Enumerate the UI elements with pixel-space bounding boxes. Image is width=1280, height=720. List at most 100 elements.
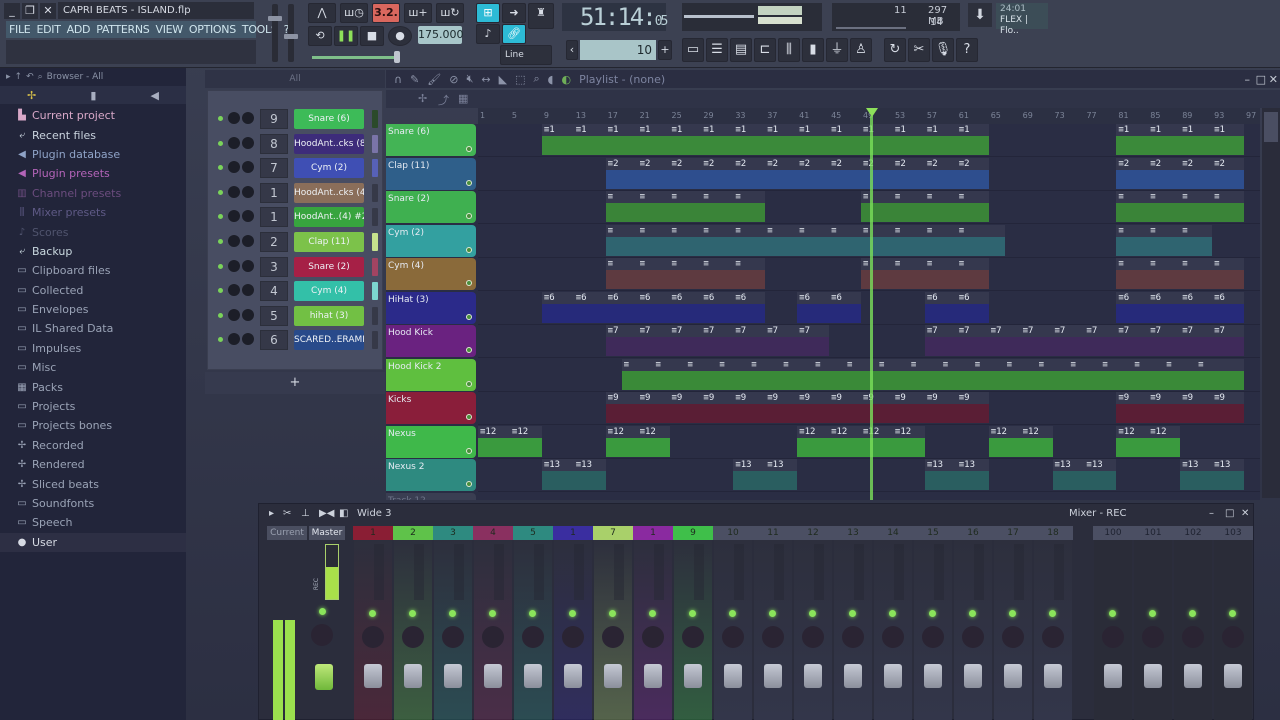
pause-button[interactable]: ❚❚ — [334, 26, 358, 46]
channel-mixer-track[interactable]: 1 — [260, 182, 288, 203]
select-tool-icon[interactable]: ⬚ — [515, 73, 525, 86]
browser-item-sliced-beats[interactable]: ✢ Sliced beats — [0, 474, 186, 493]
mixer-pan-knob[interactable] — [682, 626, 704, 648]
channel-select-indicator[interactable] — [372, 110, 378, 128]
pattern-clip[interactable]: ≡13 ≡13 — [1180, 459, 1245, 490]
mixer-volume-fader[interactable] — [404, 664, 422, 688]
browser-item-collected[interactable]: ▭ Collected — [0, 281, 186, 300]
mixer-pan-knob[interactable] — [1002, 626, 1024, 648]
channel-mixer-track[interactable]: 2 — [260, 232, 288, 252]
mixer-enable-led[interactable] — [729, 610, 736, 617]
track-active-indicator[interactable] — [466, 380, 472, 387]
pattern-clip[interactable]: ≡2 ≡2 ≡2 ≡2 — [1116, 157, 1245, 189]
channel-select-indicator[interactable] — [372, 331, 378, 350]
channel-select-indicator[interactable] — [372, 257, 378, 276]
mixer-pan-knob[interactable] — [642, 626, 664, 648]
magnet-icon[interactable]: ∩ — [394, 73, 402, 86]
channel-volume-knob[interactable] — [228, 161, 240, 174]
mixer-track-label[interactable]: 100 — [1093, 526, 1133, 540]
mixer-track-label[interactable]: 1 — [633, 526, 673, 540]
browser-item-user[interactable]: ● User — [0, 532, 186, 552]
channel-mute-led[interactable] — [218, 312, 223, 318]
mixer-track-label[interactable]: 18 — [1033, 526, 1073, 540]
back-icon[interactable]: ↶ — [26, 72, 34, 82]
track-lane[interactable]: ≡ ≡ ≡ ≡ ≡ ≡ ≡ ≡ ≡ ≡ ≡ ≡ ≡ — [478, 258, 1260, 291]
pattern-clip[interactable]: ≡7 ≡7 ≡7 ≡7 ≡7 ≡7 ≡7 ≡7 ≡7 ≡7 — [924, 325, 1245, 356]
metronome-button[interactable]: ⋀ — [308, 3, 336, 23]
browser-item-current-project[interactable]: ▙ Current project — [0, 106, 186, 125]
channel-mute-led[interactable] — [218, 214, 223, 220]
mixer-track-label[interactable]: 102 — [1173, 526, 1213, 540]
mixer-link-icon[interactable]: ▶◀ — [319, 504, 334, 524]
mixer-track-label[interactable]: 1 — [353, 526, 393, 540]
mixer-enable-led[interactable] — [1229, 610, 1236, 617]
channel-select-indicator[interactable] — [372, 306, 378, 325]
pattern-clip[interactable]: ≡2 ≡2 ≡2 ≡2 ≡2 ≡2 ≡2 ≡2 ≡2 ≡2 ≡2 ≡2 — [605, 157, 989, 189]
main-volume-slider[interactable] — [312, 51, 400, 63]
channel-pan-knob[interactable] — [242, 235, 254, 247]
browser-item-clipboard-files[interactable]: ▭ Clipboard files — [0, 261, 186, 280]
mixer-icon[interactable]: ⫼ — [778, 38, 800, 62]
channel-volume-knob[interactable] — [228, 210, 240, 223]
pattern-clip[interactable]: ≡ ≡ ≡ ≡ — [1116, 191, 1245, 222]
channel-select-indicator[interactable] — [372, 233, 378, 251]
track-header[interactable]: Hood Kick — [386, 325, 476, 357]
wait-for-input-button[interactable]: ш◷ — [340, 3, 368, 23]
playhead-marker[interactable] — [866, 108, 878, 117]
pattern-clip[interactable]: ≡12 ≡12 — [478, 425, 542, 457]
mixer-pan-knob[interactable] — [1042, 626, 1064, 648]
track-lane[interactable]: ≡ ≡ ≡ ≡ ≡ ≡ ≡ ≡ ≡ ≡ ≡ ≡ ≡ — [478, 191, 1260, 224]
browser-item-soundfonts[interactable]: ▭ Soundfonts — [0, 494, 186, 513]
track-active-indicator[interactable] — [466, 280, 472, 286]
plugin-picker-icon[interactable]: ▮ — [802, 38, 824, 62]
mixer-volume-fader[interactable] — [604, 664, 622, 688]
mixer-volume-fader[interactable] — [484, 664, 502, 688]
mixer-layout-preset[interactable]: Wide 3 — [357, 504, 392, 524]
mixer-track-label[interactable]: 9 — [673, 526, 713, 540]
multilink-controllers-icon[interactable]: ♜ — [528, 3, 554, 29]
mixer-enable-led[interactable] — [769, 610, 776, 617]
mixer-track-label[interactable]: 17 — [993, 526, 1033, 540]
step-edit-button[interactable]: ш+ — [404, 3, 432, 23]
mixer-enable-led[interactable] — [849, 610, 856, 617]
mixer-minimize-icon[interactable]: – — [1209, 504, 1214, 524]
mixer-volume-fader[interactable] — [764, 664, 782, 688]
mixer-enable-led[interactable] — [649, 610, 656, 617]
draw-tool-icon[interactable]: ✎ — [410, 73, 419, 86]
playlist-maximize-icon[interactable]: □ — [1256, 73, 1266, 86]
channel-rack-icon[interactable]: ☰ — [706, 38, 728, 62]
pattern-clip[interactable]: ≡6 ≡6 — [797, 291, 861, 323]
mixer-track-label[interactable]: 5 — [513, 526, 553, 540]
automation-icon[interactable]: ⤴ — [438, 92, 449, 108]
help-icon[interactable]: ? — [956, 38, 978, 62]
channel-mixer-track[interactable]: 5 — [260, 305, 288, 326]
menu-options[interactable]: OPTIONS — [186, 23, 239, 36]
pattern-clip[interactable]: ≡12 ≡12 — [1116, 425, 1181, 457]
channel-pan-knob[interactable] — [242, 333, 254, 346]
pattern-clip[interactable]: ≡6 ≡6 ≡6 ≡6 ≡6 ≡6 ≡6 — [541, 291, 766, 323]
master-pitch-slider[interactable] — [284, 4, 298, 62]
mixer-track-label[interactable]: 7 — [593, 526, 633, 540]
pattern-clip[interactable]: ≡ ≡ ≡ ≡ — [861, 258, 989, 289]
delete-tool-icon[interactable]: ⊘ — [449, 73, 458, 86]
mixer-pan-knob[interactable] — [402, 626, 424, 648]
channel-mixer-track[interactable]: 8 — [260, 133, 288, 154]
mixer-track-label[interactable]: 13 — [833, 526, 873, 540]
browser-item-rendered[interactable]: ✢ Rendered — [0, 455, 186, 474]
channel-pan-knob[interactable] — [242, 259, 254, 272]
browser-item-mixer-presets[interactable]: ⫼ Mixer presets — [0, 203, 186, 222]
track-lane[interactable]: ≡7 ≡7 ≡7 ≡7 ≡7 ≡7 ≡7 ≡7 ≡7 ≡7 ≡7 ≡7 ≡7 ≡7 ≡7 ≡7 ≡7 — [478, 325, 1260, 358]
browser-item-speech[interactable]: ▭ Speech — [0, 513, 186, 532]
mixer-volume-fader[interactable] — [1004, 664, 1022, 688]
mixer-maximize-icon[interactable]: □ — [1225, 504, 1234, 524]
channel-mixer-track[interactable]: 7 — [260, 158, 288, 179]
mixer-track-label[interactable]: 10 — [713, 526, 753, 540]
browser-item-projects[interactable]: ▭ Projects — [0, 397, 186, 416]
pattern-clip[interactable]: ≡ ≡ ≡ ≡ — [861, 191, 989, 222]
mixer-pan-knob[interactable] — [1142, 626, 1164, 648]
mixer-pan-knob[interactable] — [1102, 626, 1124, 648]
playlist-scrollbar[interactable] — [1262, 108, 1280, 498]
channel-pan-knob[interactable] — [242, 308, 254, 321]
mixer-track-label[interactable]: 15 — [913, 526, 953, 540]
mixer-track-label[interactable]: 2 — [393, 526, 433, 540]
